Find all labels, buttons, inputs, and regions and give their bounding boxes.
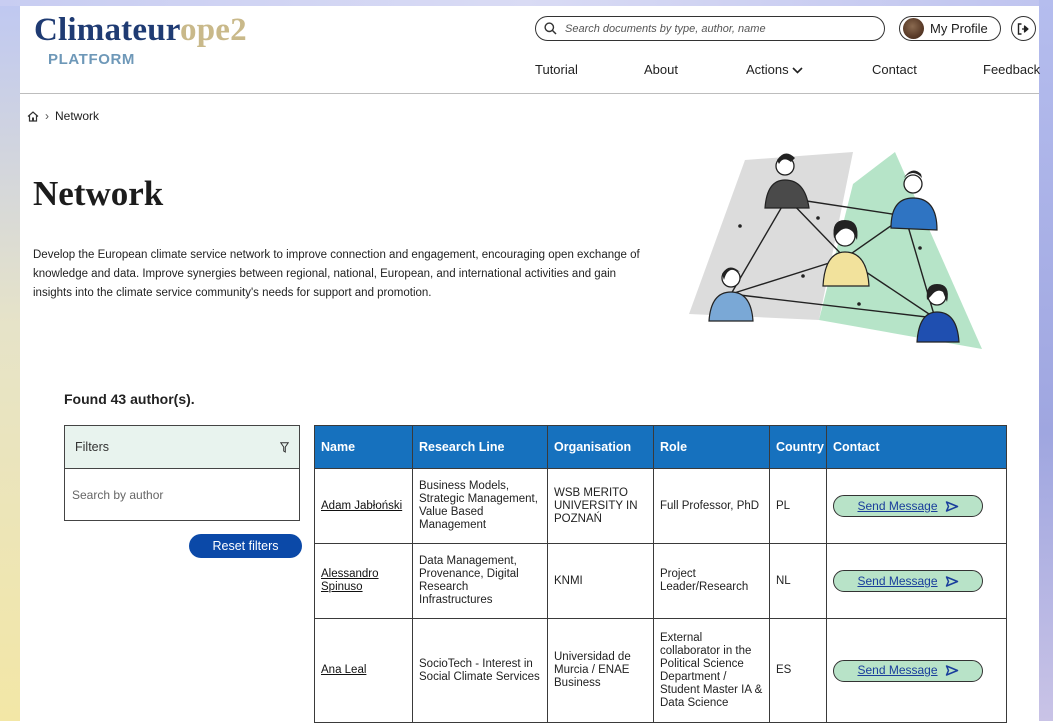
column-header-name[interactable]: Name [314, 425, 413, 469]
research-line-cell: SocioTech - Interest in Social Climate S… [412, 618, 548, 723]
country-cell: NL [769, 543, 827, 619]
role-cell: Full Professor, PhD [653, 468, 770, 544]
send-message-button[interactable]: Send Message [833, 495, 983, 517]
authors-table: Name Research Line Organisation Role Cou… [314, 425, 1007, 723]
contact-cell: Send Message [826, 468, 1007, 544]
site-logo[interactable]: Climateurope2 [34, 12, 247, 49]
role-cell: Project Leader/Research [653, 543, 770, 619]
logo-subtitle: PLATFORM [48, 51, 136, 68]
organisation-cell: WSB MERITO UNIVERSITY IN POZNAŃ [547, 468, 654, 544]
breadcrumb-separator: › [45, 109, 49, 123]
send-message-label: Send Message [857, 573, 938, 588]
global-search[interactable] [535, 16, 885, 41]
author-name-cell: Alessandro Spinuso [314, 543, 413, 619]
page-title: Network [33, 174, 164, 213]
filters-title: Filters [75, 440, 110, 454]
page-intro: Develop the European climate service net… [33, 249, 640, 299]
filters-panel: Filters [64, 425, 300, 521]
send-icon [945, 665, 958, 676]
send-message-button[interactable]: Send Message [833, 570, 983, 592]
author-name-cell: Adam Jabłoński [314, 468, 413, 544]
breadcrumb-current: Network [55, 109, 100, 123]
network-illustration [689, 152, 982, 349]
avatar [903, 18, 924, 39]
contact-cell: Send Message [826, 543, 1007, 619]
my-profile-button[interactable]: My Profile [899, 16, 1001, 41]
author-name-link[interactable]: Adam Jabłoński [321, 500, 402, 512]
send-icon [945, 575, 958, 587]
research-line-cell: Business Models, Strategic Management, V… [412, 468, 548, 544]
logo-text-part1: Climateur [34, 12, 180, 48]
logout-button[interactable] [1011, 16, 1036, 41]
column-header-country[interactable]: Country [769, 425, 827, 469]
research-line-cell: Data Management, Provenance, Digital Res… [412, 543, 548, 619]
home-icon[interactable] [27, 110, 39, 122]
column-header-contact: Contact [826, 425, 1007, 469]
column-header-organisation[interactable]: Organisation [547, 425, 654, 469]
table-header-row: Name Research Line Organisation Role Cou… [314, 425, 1007, 469]
send-message-label: Send Message [857, 663, 938, 677]
send-message-button[interactable]: Send Message [833, 659, 983, 682]
author-name-link[interactable]: Alessandro Spinuso [321, 568, 379, 593]
chevron-down-icon [792, 67, 803, 74]
author-name-link[interactable]: Ana Leal [321, 664, 366, 676]
window-frame-right [1039, 0, 1053, 721]
global-search-input[interactable] [563, 21, 877, 36]
logo-text-part2: ope2 [180, 12, 247, 48]
search-icon [544, 22, 557, 35]
column-header-role[interactable]: Role [653, 425, 770, 469]
organisation-cell: KNMI [547, 543, 654, 619]
table-row: Alessandro Spinuso Data Management, Prov… [314, 543, 1007, 619]
country-cell: PL [769, 468, 827, 544]
send-icon [945, 500, 958, 512]
nav-actions-label: Actions [746, 62, 789, 77]
role-cell: External collaborator in the Political S… [653, 618, 770, 723]
table-row: Ana Leal SocioTech - Interest in Social … [314, 618, 1007, 723]
logout-icon [1017, 22, 1029, 35]
filters-header[interactable]: Filters [65, 426, 299, 469]
nav-about[interactable]: About [644, 62, 678, 77]
breadcrumb: › Network [27, 109, 99, 123]
window-frame-left [0, 0, 20, 721]
results-count: Found 43 author(s). [64, 391, 195, 407]
nav-tutorial[interactable]: Tutorial [535, 62, 578, 77]
contact-cell: Send Message [826, 618, 1007, 723]
table-row: Adam Jabłoński Business Models, Strategi… [314, 468, 1007, 544]
nav-feedback[interactable]: Feedback [983, 62, 1040, 77]
nav-actions[interactable]: Actions [746, 62, 803, 77]
author-search-input[interactable] [70, 487, 294, 503]
reset-filters-button[interactable]: Reset filters [189, 534, 302, 558]
header-divider [20, 93, 1039, 94]
column-header-research-line[interactable]: Research Line [412, 425, 548, 469]
page: Climateurope2 PLATFORM My Profile Tutori… [20, 6, 1040, 723]
country-cell: ES [769, 618, 827, 723]
author-name-cell: Ana Leal [314, 618, 413, 723]
nav-contact[interactable]: Contact [872, 62, 917, 77]
organisation-cell: Universidad de Murcia / ENAE Business [547, 618, 654, 723]
filter-icon[interactable] [280, 441, 289, 453]
my-profile-label: My Profile [930, 21, 988, 36]
send-message-label: Send Message [857, 498, 938, 513]
